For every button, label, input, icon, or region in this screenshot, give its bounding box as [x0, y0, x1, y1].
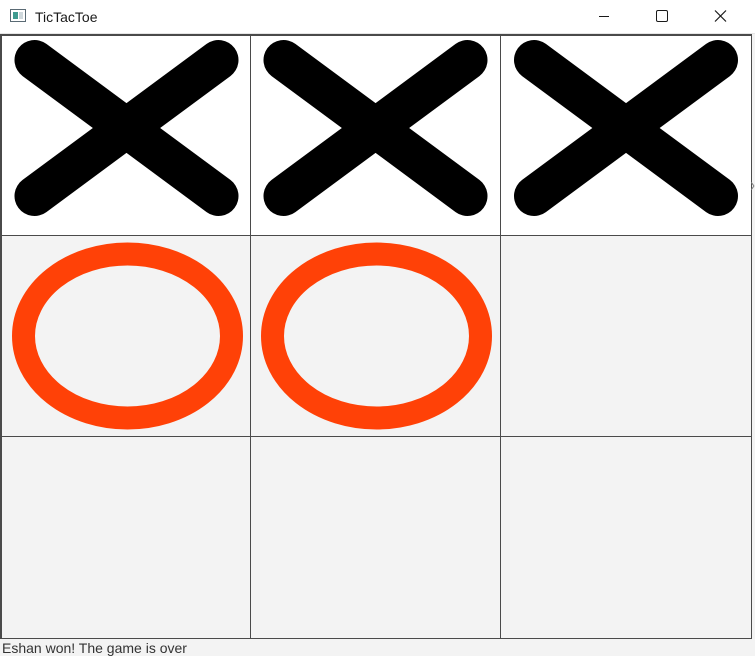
- game-board: [0, 34, 752, 639]
- app-icon-pane-left: [13, 12, 18, 19]
- x-mark-icon: [14, 40, 239, 216]
- board-cell-2-1[interactable]: [250, 436, 501, 639]
- x-mark-icon: [514, 40, 738, 216]
- minimize-icon: [599, 16, 609, 17]
- board-cell-0-0[interactable]: [1, 35, 252, 237]
- board-cell-0-1[interactable]: [250, 35, 501, 237]
- title-bar[interactable]: TicTacToe: [0, 0, 755, 34]
- close-button[interactable]: [692, 0, 748, 33]
- minimize-button[interactable]: [576, 0, 632, 33]
- board-cell-2-0[interactable]: [1, 436, 252, 639]
- status-bar-message: Eshan won! The game is over: [2, 640, 187, 656]
- x-mark-icon: [263, 40, 488, 216]
- tictactoe-window: TicTacToe Eshan won! The game is over: [0, 0, 755, 656]
- o-mark-icon: [12, 242, 243, 430]
- board-cell-1-2[interactable]: [500, 235, 752, 437]
- close-icon: [714, 10, 727, 22]
- window-title: TicTacToe: [35, 9, 98, 25]
- app-window-icon: [10, 9, 26, 22]
- maximize-button[interactable]: [634, 0, 690, 33]
- board-cell-0-2[interactable]: [500, 35, 752, 237]
- board-cell-1-0[interactable]: [1, 235, 252, 437]
- resize-edge-icon: [751, 182, 755, 190]
- o-mark-icon: [261, 242, 492, 430]
- board-cell-1-1[interactable]: [250, 235, 501, 437]
- app-icon-pane-right: [19, 12, 23, 19]
- board-cell-2-2[interactable]: [500, 436, 752, 639]
- maximize-icon: [656, 10, 668, 22]
